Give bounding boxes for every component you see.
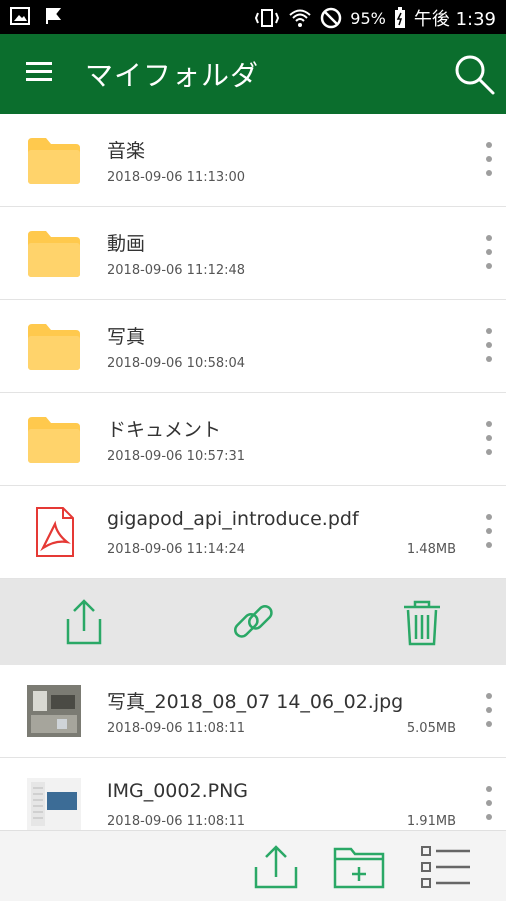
- image-thumbnail: [27, 778, 81, 830]
- list-view-icon[interactable]: [420, 843, 472, 891]
- list-item[interactable]: 写真_2018_08_07 14_06_02.jpg 2018-09-06 11…: [0, 665, 506, 758]
- blocked-icon: [321, 7, 342, 29]
- flag-icon: [46, 8, 62, 24]
- image-icon: [10, 7, 30, 25]
- file-date: 2018-09-06 11:14:24: [107, 542, 246, 557]
- more-vert-icon[interactable]: [484, 786, 494, 826]
- file-list: 音楽 2018-09-06 11:13:00 動画 2018-09-06 11:…: [0, 114, 506, 851]
- folder-icon: [28, 324, 80, 370]
- file-name: 写真: [107, 326, 146, 348]
- list-item[interactable]: 動画 2018-09-06 11:12:48: [0, 207, 506, 300]
- battery-icon: [394, 7, 405, 28]
- file-size: 1.48MB: [406, 542, 456, 557]
- file-size: 5.05MB: [406, 721, 456, 736]
- file-name: 写真_2018_08_07 14_06_02.jpg: [107, 691, 404, 713]
- share-icon[interactable]: [60, 597, 108, 647]
- file-date: 2018-09-06 10:57:31: [107, 449, 246, 464]
- bottom-toolbar: [0, 830, 506, 901]
- file-name: gigapod_api_introduce.pdf: [107, 508, 359, 530]
- list-item[interactable]: ドキュメント 2018-09-06 10:57:31: [0, 393, 506, 486]
- vibrate-icon: [255, 9, 280, 27]
- upload-icon[interactable]: [250, 843, 302, 891]
- more-vert-icon[interactable]: [484, 514, 494, 554]
- menu-icon[interactable]: [26, 62, 52, 82]
- file-action-bar: [0, 579, 506, 665]
- folder-icon: [28, 231, 80, 277]
- more-vert-icon[interactable]: [484, 235, 494, 275]
- file-name: IMG_0002.PNG: [107, 780, 249, 802]
- file-date: 2018-09-06 11:13:00: [107, 170, 246, 185]
- trash-icon[interactable]: [398, 597, 446, 647]
- file-name: 音楽: [107, 140, 146, 162]
- link-icon[interactable]: [229, 597, 277, 647]
- image-thumbnail: [27, 685, 81, 737]
- file-name: ドキュメント: [107, 419, 222, 441]
- file-date: 2018-09-06 11:08:11: [107, 721, 246, 736]
- list-item[interactable]: 写真 2018-09-06 10:58:04: [0, 300, 506, 393]
- more-vert-icon[interactable]: [484, 421, 494, 461]
- list-item[interactable]: 音楽 2018-09-06 11:13:00: [0, 114, 506, 207]
- folder-icon: [28, 417, 80, 463]
- folder-icon: [28, 138, 80, 184]
- new-folder-icon[interactable]: [333, 843, 385, 891]
- file-name: 動画: [107, 233, 146, 255]
- file-date: 2018-09-06 11:12:48: [107, 263, 246, 278]
- app-bar: マイフォルダ: [0, 34, 506, 114]
- more-vert-icon[interactable]: [484, 142, 494, 182]
- page-title: マイフォルダ: [85, 59, 260, 92]
- wifi-icon: [289, 9, 311, 27]
- file-date: 2018-09-06 11:08:11: [107, 814, 246, 829]
- file-date: 2018-09-06 10:58:04: [107, 356, 246, 371]
- file-size: 1.91MB: [406, 814, 456, 829]
- search-icon[interactable]: [452, 52, 496, 96]
- more-vert-icon[interactable]: [484, 328, 494, 368]
- status-bar: 95% 午後 1:39: [0, 0, 506, 34]
- list-item[interactable]: gigapod_api_introduce.pdf 2018-09-06 11:…: [0, 486, 506, 579]
- battery-percent: 95%: [350, 8, 386, 28]
- pdf-file-icon: [36, 507, 74, 557]
- clock: 午後 1:39: [413, 9, 496, 30]
- more-vert-icon[interactable]: [484, 693, 494, 733]
